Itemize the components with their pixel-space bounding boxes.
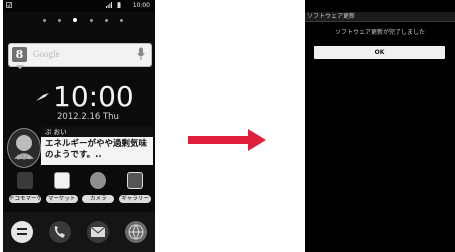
gallery-icon: [126, 172, 143, 189]
phone-icon[interactable]: [49, 221, 71, 243]
avatar-label: ひさみ: [16, 155, 32, 161]
market-bag-icon: [53, 172, 70, 189]
home-menu-icon[interactable]: [11, 221, 33, 243]
home-screen-phone: 10:00 8 Google 10:00 2012.2.16 Thu ひさみ ぷ…: [3, 0, 155, 252]
widget-message: エネルギーがやや過剰気味のようです。..: [41, 137, 153, 165]
app-label: ギャラリー: [118, 195, 151, 203]
character-widget[interactable]: ひさみ ぷ おい エネルギーがやや過剰気味のようです。..: [7, 126, 153, 168]
update-complete-phone: ソフトウェア更新 ソフトウェア更新が完了しました OK: [305, 0, 455, 252]
dialog-message: ソフトウェア更新が完了しました: [334, 29, 425, 36]
docomo-market-icon: [17, 172, 33, 189]
page-dot: [89, 18, 93, 22]
page-dot: [43, 18, 46, 22]
app-docomo-market[interactable]: ドコモマーケット: [9, 172, 41, 204]
app-shortcuts: ドコモマーケット マーケット カメラ ギャラリー: [9, 172, 151, 204]
camera-icon: [90, 172, 107, 189]
page-dot: [104, 18, 108, 22]
page-dot-active: [73, 18, 78, 22]
clock-date: 2012.2.16 Thu: [57, 112, 119, 122]
dock-bar: [3, 212, 155, 252]
page-indicator: [43, 16, 123, 24]
app-label: ドコモマーケット: [9, 195, 41, 203]
google-search-widget[interactable]: 8 Google: [8, 43, 152, 69]
dropdown-caret-icon: [16, 65, 24, 69]
page-dot: [119, 18, 123, 22]
status-bar: 10:00: [3, 0, 155, 12]
character-avatar[interactable]: ひさみ: [7, 128, 41, 168]
dialog-title: ソフトウェア更新: [305, 12, 455, 22]
app-gallery[interactable]: ギャラリー: [118, 172, 151, 204]
battery-icon: [117, 2, 121, 8]
signal-icon: [106, 2, 112, 8]
status-time: 10:00: [132, 2, 150, 9]
microphone-icon[interactable]: [137, 47, 145, 61]
app-market[interactable]: マーケット: [45, 172, 78, 204]
ok-button[interactable]: OK: [314, 46, 445, 59]
mail-icon[interactable]: [87, 221, 109, 243]
notification-icon: [6, 2, 12, 8]
bird-icon: [36, 93, 49, 101]
app-label: カメラ: [82, 195, 115, 203]
widget-header: ぷ おい: [41, 127, 153, 137]
page-dot: [58, 18, 62, 22]
character-icon: [14, 135, 34, 159]
browser-globe-icon[interactable]: [125, 221, 147, 243]
google-logo-icon: 8: [12, 47, 27, 62]
search-input[interactable]: Google: [33, 49, 60, 59]
transition-arrow-icon: [188, 129, 266, 151]
app-label: マーケット: [45, 195, 78, 203]
clock-time: 10:00: [53, 80, 134, 113]
app-camera[interactable]: カメラ: [82, 172, 115, 204]
